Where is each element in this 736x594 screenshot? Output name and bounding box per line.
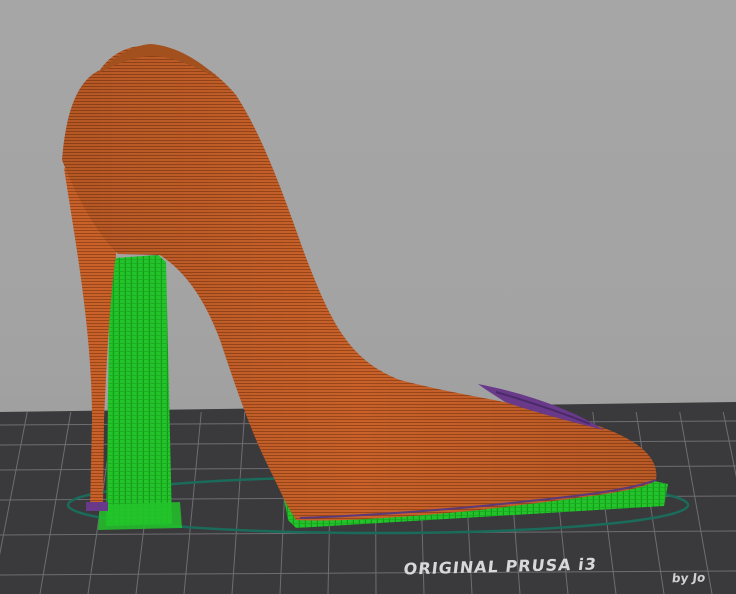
3d-viewport[interactable]: ORIGINAL PRUSA i3 by Jo [0, 0, 736, 594]
heel-support [106, 255, 172, 526]
heel-tip [86, 502, 108, 511]
bed-logo-subtext: by Jo [671, 570, 707, 586]
heel-support-base [98, 502, 182, 530]
print-preview-scene[interactable] [0, 0, 736, 594]
